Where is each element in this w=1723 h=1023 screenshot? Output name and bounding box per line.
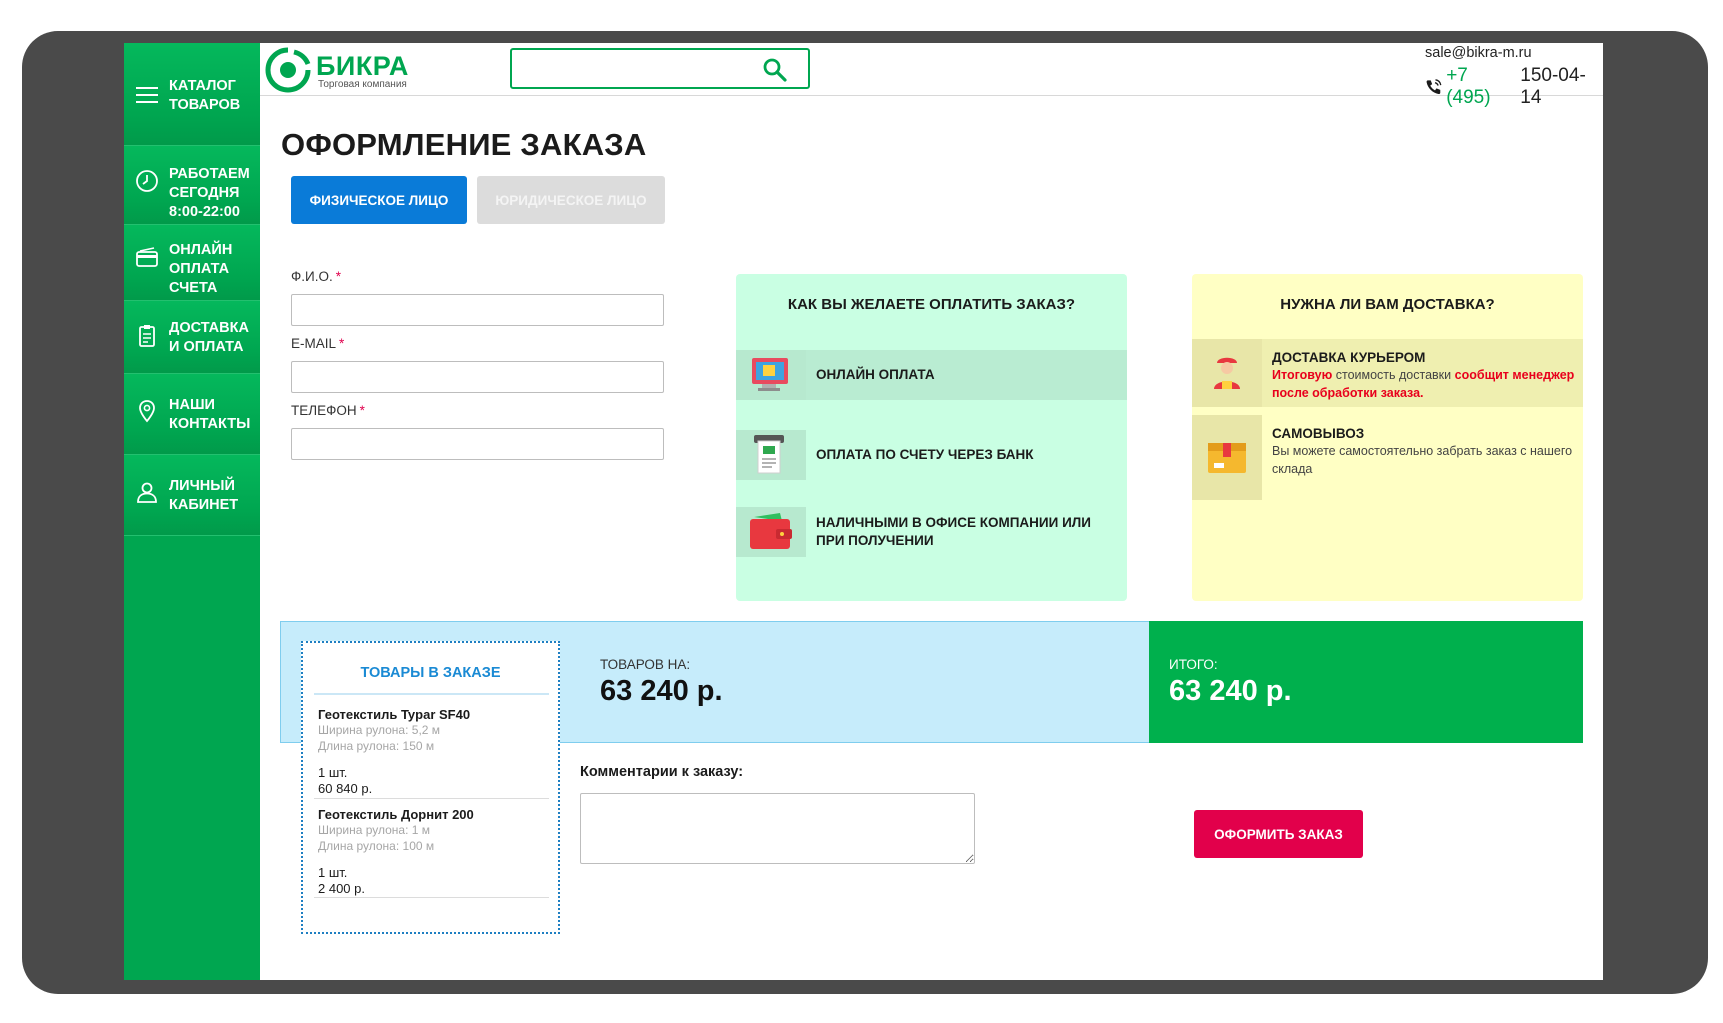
sidebar-item-online-payment[interactable]: ОНЛАЙН ОПЛАТА СЧЕТА: [124, 225, 260, 301]
required-mark: *: [339, 336, 345, 351]
required-mark: *: [335, 269, 341, 284]
sidebar-item-label: РАБОТАЕМ СЕГОДНЯ 8:00-22:00: [169, 166, 250, 220]
credit-card-icon: [136, 247, 158, 267]
user-icon: [137, 482, 157, 503]
payment-option-cash[interactable]: НАЛИЧНЫМИ В ОФИСЕ КОМПАНИИ ИЛИ ПРИ ПОЛУЧ…: [736, 507, 1127, 557]
bank-invoice-icon: [754, 435, 784, 474]
sidebar-item-label: ДОСТАВКА И ОПЛАТА: [169, 320, 249, 355]
sidebar-item-catalog[interactable]: КАТАЛОГ ТОВАРОВ: [124, 43, 260, 146]
search-icon[interactable]: [762, 57, 788, 83]
sidebar-item-label: ЛИЧНЫЙ КАБИНЕТ: [169, 478, 239, 513]
payment-panel: КАК ВЫ ЖЕЛАЕТЕ ОПЛАТИТЬ ЗАКАЗ? ОНЛАЙН ОП…: [736, 274, 1127, 601]
payment-thumb: [736, 350, 806, 400]
phone-icon: [1426, 79, 1442, 95]
cart-item-name: Геотекстиль Дорнит 200: [318, 807, 474, 822]
required-mark: *: [359, 403, 365, 418]
delivery-option-desc: Вы можете самостоятельно забрать заказ с…: [1272, 444, 1573, 476]
phone-label: ТЕЛЕФОН *: [291, 403, 365, 418]
cart-item-price: 2 400 р.: [318, 881, 365, 896]
map-pin-icon: [139, 400, 155, 423]
site-header: БИКРА Торговая компания sale@bikra-m.ru …: [260, 43, 1603, 108]
cart-item-length: Длина рулона: 150 м: [318, 739, 435, 753]
hamburger-icon: [136, 87, 158, 103]
online-payment-icon: [752, 358, 788, 391]
payment-thumb: [736, 507, 806, 557]
sidebar: КАТАЛОГ ТОВАРОВ РАБОТАЕМ СЕГОДНЯ 8:00-22:00…: [124, 43, 260, 980]
cart-divider: [314, 693, 549, 695]
delivery-option-pickup[interactable]: САМОВЫВОЗ Вы можете самостоятельно забра…: [1192, 415, 1583, 500]
cart-item-price: 60 840 р.: [318, 781, 373, 796]
tab-individual[interactable]: ФИЗИЧЕСКОЕ ЛИЦО: [291, 176, 467, 224]
contact-phone[interactable]: +7 (495) 150-04-14: [1425, 65, 1603, 109]
search-box: [510, 48, 810, 89]
phone-code: +7 (495): [1446, 65, 1491, 108]
sidebar-item-contacts[interactable]: НАШИ КОНТАКТЫ: [124, 374, 260, 455]
email-label: E-MAIL *: [291, 336, 345, 351]
delivery-title: НУЖНА ЛИ ВАМ ДОСТАВКА?: [1280, 296, 1495, 313]
payment-thumb: [736, 430, 806, 480]
sidebar-item-account[interactable]: ЛИЧНЫЙ КАБИНЕТ: [124, 455, 260, 536]
phone-number: 150-04-14: [1520, 65, 1586, 108]
delivery-panel: НУЖНА ЛИ ВАМ ДОСТАВКА? ДОСТАВКА КУРЬЕРОМ…: [1192, 274, 1583, 601]
payment-option-online[interactable]: ОНЛАЙН ОПЛАТА: [736, 350, 1127, 400]
cart-item-width: Ширина рулона: 1 м: [318, 823, 431, 837]
phone-field[interactable]: [291, 428, 664, 460]
cart-item-width: Ширина рулона: 5,2 м: [318, 723, 441, 737]
comment-label: Комментарии к заказу:: [580, 764, 744, 780]
sidebar-item-delivery[interactable]: ДОСТАВКА И ОПЛАТА: [124, 301, 260, 374]
clock-icon: [136, 170, 158, 192]
cart-item: Геотекстиль Дорнит 200 Ширина рулона: 1 …: [314, 799, 549, 898]
payment-option-label: ОНЛАЙН ОПЛАТА: [816, 367, 935, 382]
total-value: 63 240 р.: [1169, 675, 1292, 707]
contact-email[interactable]: sale@bikra-m.ru: [1425, 45, 1532, 61]
cart-item: Геотекстиль Typar SF40 Ширина рулона: 5,…: [314, 699, 549, 799]
cart-item-qty: 1 шт.: [318, 765, 348, 780]
delivery-thumb: [1192, 415, 1262, 500]
page-title: ОФОРМЛЕНИЕ ЗАКАЗА: [281, 127, 647, 162]
payment-option-bank[interactable]: ОПЛАТА ПО СЧЕТУ ЧЕРЕЗ БАНК: [736, 430, 1127, 480]
logo[interactable]: БИКРА Торговая компания: [264, 46, 414, 94]
submit-order-button[interactable]: ОФОРМИТЬ ЗАКАЗ: [1194, 810, 1363, 858]
delivery-option-title: ДОСТАВКА КУРЬЕРОМ: [1272, 350, 1426, 365]
tab-legal-entity[interactable]: ЮРИДИЧЕСКОЕ ЛИЦО: [477, 176, 665, 224]
cart-box: ТОВАРЫ В ЗАКАЗЕ Геотекстиль Typar SF40 Ш…: [301, 641, 560, 934]
fio-field[interactable]: [291, 294, 664, 326]
payment-option-label: ОПЛАТА ПО СЧЕТУ ЧЕРЕЗ БАНК: [816, 447, 1034, 462]
bikra-logo-icon: [265, 47, 311, 93]
logo-title: БИКРА: [316, 51, 409, 81]
goods-value: 63 240 р.: [600, 675, 723, 707]
sidebar-item-label: ОНЛАЙН ОПЛАТА СЧЕТА: [169, 242, 233, 296]
box-icon: [1208, 443, 1246, 473]
logo-subtitle: Торговая компания: [318, 79, 407, 90]
clipboard-icon: [139, 325, 155, 347]
delivery-option-title: САМОВЫВОЗ: [1272, 426, 1365, 441]
cart-item-qty: 1 шт.: [318, 865, 348, 880]
browser-viewport: КАТАЛОГ ТОВАРОВ РАБОТАЕМ СЕГОДНЯ 8:00-22:00…: [124, 43, 1603, 980]
sidebar-item-hours[interactable]: РАБОТАЕМ СЕГОДНЯ 8:00-22:00: [124, 146, 260, 225]
search-input[interactable]: [520, 56, 750, 82]
cart-item-name: Геотекстиль Typar SF40: [318, 707, 471, 722]
delivery-option-desc: Итоговую стоимость доставки сообщит мене…: [1272, 368, 1575, 400]
comment-textarea[interactable]: [580, 793, 975, 864]
fio-label: Ф.И.О. *: [291, 269, 341, 284]
sidebar-item-label: КАТАЛОГ ТОВАРОВ: [169, 78, 241, 113]
delivery-option-courier[interactable]: ДОСТАВКА КУРЬЕРОМ Итоговую стоимость дос…: [1192, 339, 1583, 407]
payment-option-label: НАЛИЧНЫМИ В ОФИСЕ КОМПАНИИ ИЛИ ПРИ ПОЛУЧ…: [816, 515, 1091, 548]
courier-icon: [1214, 357, 1240, 389]
cart-title: ТОВАРЫ В ЗАКАЗЕ: [360, 665, 501, 681]
sidebar-item-label: НАШИ КОНТАКТЫ: [169, 397, 251, 432]
delivery-thumb: [1192, 339, 1262, 407]
cart-item-length: Длина рулона: 100 м: [318, 839, 435, 853]
payment-title: КАК ВЫ ЖЕЛАЕТЕ ОПЛАТИТЬ ЗАКАЗ?: [787, 296, 1076, 313]
email-field[interactable]: [291, 361, 664, 393]
wallet-icon: [750, 513, 792, 549]
total-label: ИТОГО:: [1169, 657, 1218, 672]
goods-label: ТОВАРОВ НА:: [600, 657, 691, 672]
